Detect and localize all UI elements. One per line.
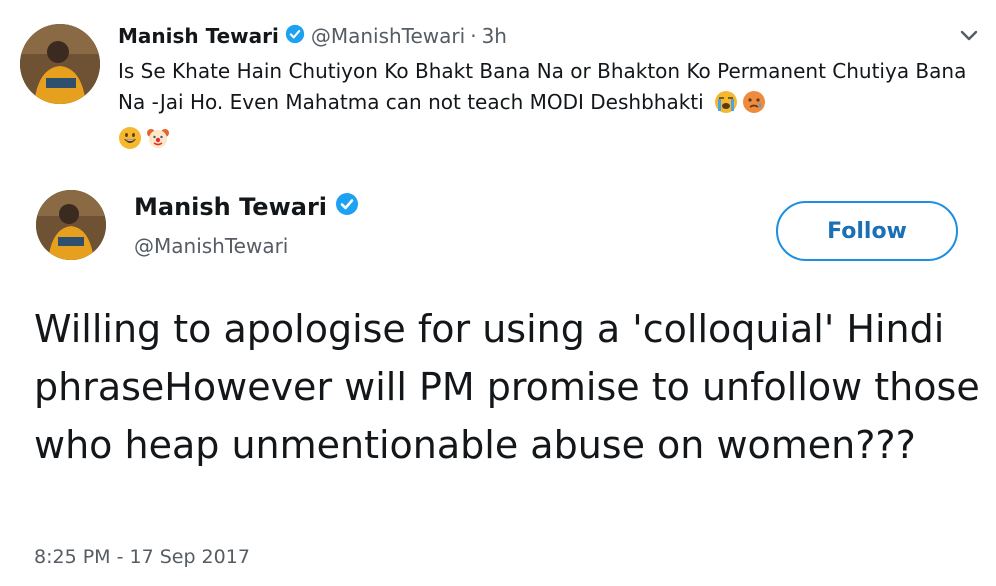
separator-dot: · — [470, 24, 477, 48]
tweet2-author-handle[interactable]: @ManishTewari — [134, 234, 288, 258]
tweet1-body: Is Se Khate Hain Chutiyon Ko Bhakt Bana … — [118, 56, 968, 159]
tweet2-avatar[interactable] — [36, 190, 106, 260]
clown-face-icon — [146, 126, 170, 159]
tweet1-header: Manish Tewari @ManishTewari · 3h — [118, 22, 507, 50]
tweet2-author-name[interactable]: Manish Tewari — [134, 193, 327, 221]
tweet2-timestamp[interactable]: 8:25 PM - 17 Sep 2017 — [34, 546, 250, 568]
verified-badge-icon — [335, 192, 359, 222]
tweet1-avatar[interactable] — [20, 24, 100, 104]
tweet1-timestamp[interactable]: 3h — [482, 24, 507, 48]
verified-badge-icon — [285, 24, 305, 49]
grinning-face-icon — [118, 126, 142, 159]
tweet1-text: Is Se Khate Hain Chutiyon Ko Bhakt Bana … — [118, 59, 967, 114]
follow-button[interactable]: Follow — [776, 201, 958, 261]
crying-face-icon — [742, 90, 766, 123]
tweet2-author-name-row: Manish Tewari — [134, 192, 365, 222]
tweet1-author-name[interactable]: Manish Tewari — [118, 24, 279, 48]
chevron-down-icon[interactable] — [958, 26, 980, 46]
loudly-crying-face-icon — [714, 90, 738, 123]
tweet1-author-handle[interactable]: @ManishTewari — [311, 24, 465, 48]
tweet2-text: Willing to apologise for using a 'colloq… — [34, 307, 980, 467]
